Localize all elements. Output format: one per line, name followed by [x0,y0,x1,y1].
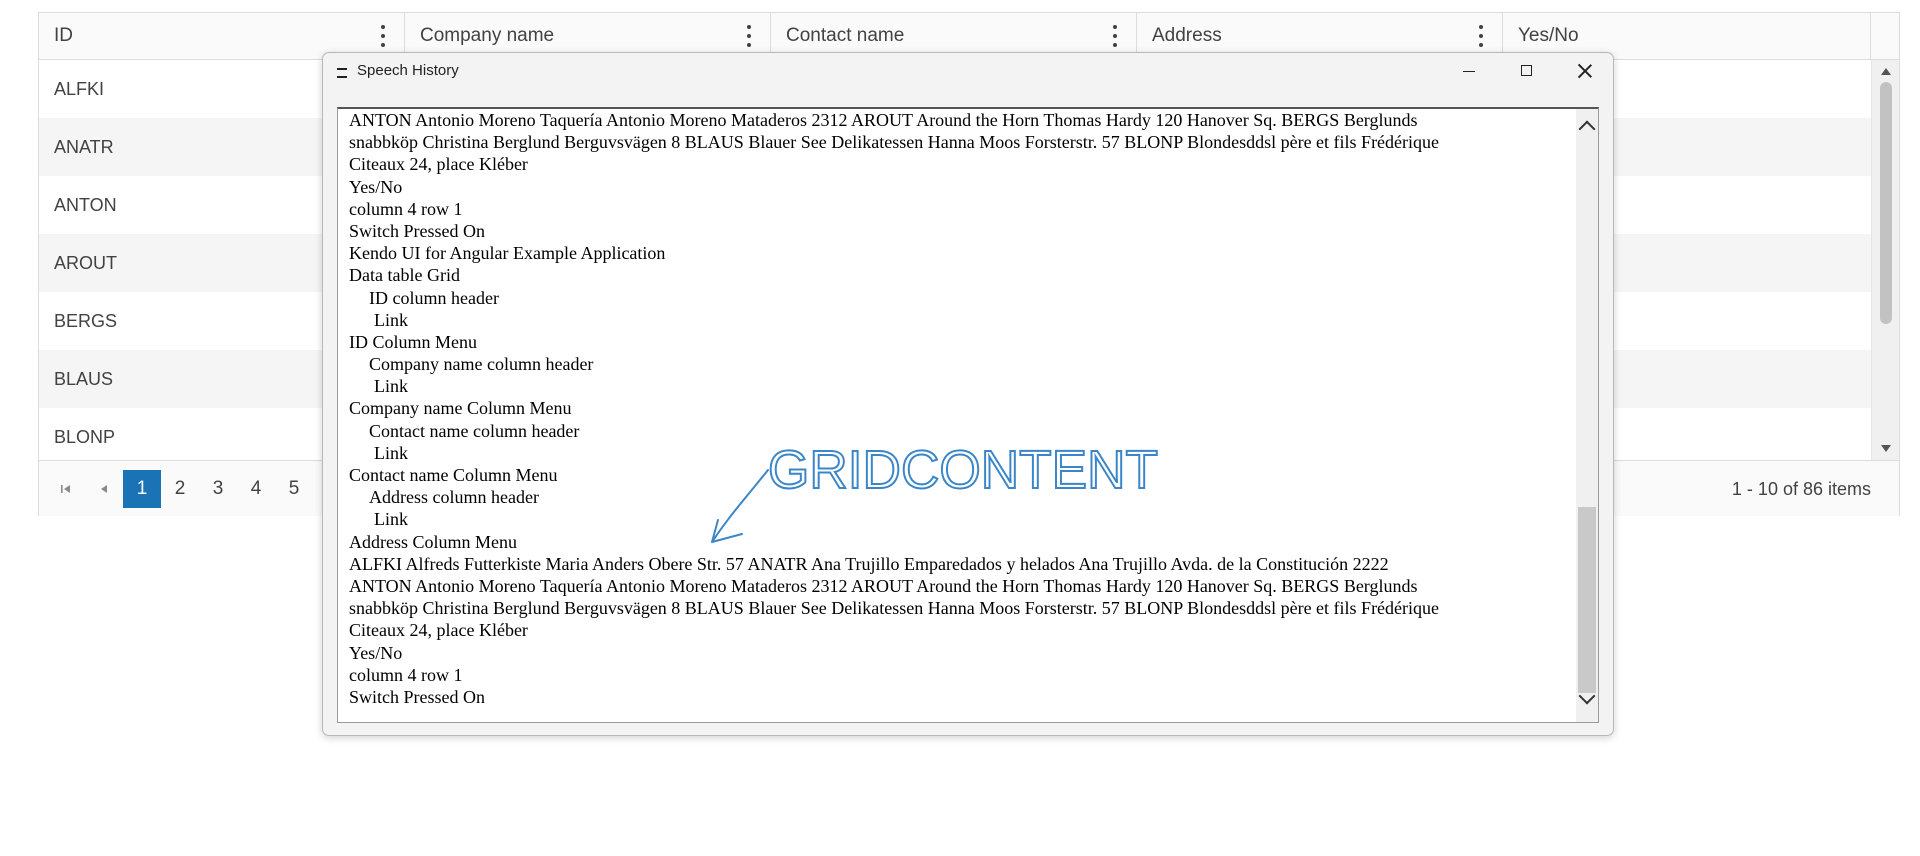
speech-line: Link [374,376,408,397]
column-header-label[interactable]: Contact name [786,25,904,47]
speech-line: Switch Pressed On [349,220,485,241]
speech-line: Link [374,309,408,330]
page-button-4[interactable]: 4 [237,470,275,508]
window-title: Speech History [357,62,459,79]
speech-line: ID Column Menu [349,331,477,352]
id-cell: AROUT [54,252,117,273]
speech-line: snabbköp Christina Berglund Berguvsvägen… [349,598,1440,619]
speech-line: Yes/No [349,642,403,663]
speech-line: Switch Pressed On [349,686,485,707]
maximize-icon [1521,65,1532,76]
previous-page-button[interactable] [85,470,123,508]
id-cell: ANATR [54,136,114,157]
speech-line: Address Column Menu [349,531,517,552]
speech-line: Contact name column header [369,420,580,441]
close-icon [1578,64,1592,78]
page-button-3[interactable]: 3 [199,470,237,508]
column-header-label[interactable]: Company name [420,25,554,47]
column-header-label[interactable]: Yes/No [1518,25,1579,47]
id-cell: ALFKI [54,78,105,99]
textarea-scrollbar[interactable] [1576,109,1598,722]
speech-line: Link [374,442,408,463]
header-scroll-spacer [1870,13,1899,60]
speech-history-window: Speech History ANTON Antonio Moreno Taqu… [322,52,1614,736]
page-button-1[interactable]: 1 [123,469,161,508]
speech-line: ANTON Antonio Moreno Taquería Antonio Mo… [349,110,1418,130]
scroll-up-chevron-icon[interactable] [1578,120,1596,138]
scroll-down-arrow-icon[interactable] [1881,445,1891,452]
speech-line: Link [374,509,408,530]
page-button-5[interactable]: 5 [275,470,313,508]
minimize-icon [1463,71,1475,72]
minimize-button[interactable] [1439,53,1497,89]
vertical-ellipsis-icon[interactable] [380,25,386,47]
id-cell: BERGS [54,310,118,331]
speech-line: Contact name Column Menu [349,465,558,485]
id-cell: BLONP [54,426,116,447]
grid-vertical-scrollbar[interactable] [1871,60,1899,460]
scrollbar-thumb[interactable] [1880,82,1892,324]
speech-line: ID column header [369,287,499,308]
pager-info: 1 - 10 of 86 items [1731,479,1871,499]
speech-line: Kendo UI for Angular Example Application [349,243,666,264]
id-cell: BLAUS [54,368,114,389]
speech-line: Company name column header [369,354,594,375]
column-header-label[interactable]: ID [54,25,73,47]
speech-line: Citeaux 24, place Kléber [349,154,528,175]
first-page-button[interactable] [47,470,85,508]
hamburger-icon[interactable] [337,68,347,78]
maximize-button[interactable] [1497,53,1555,89]
scroll-up-arrow-icon[interactable] [1881,68,1891,75]
previous-page-icon [101,484,107,493]
speech-line: Yes/No [349,176,403,197]
scrollbar-thumb[interactable] [1578,507,1596,693]
column-header-label[interactable]: Address [1152,25,1222,47]
speech-line: ALFKI Alfreds Futterkiste Maria Anders O… [349,553,1389,574]
speech-line: column 4 row 1 [349,664,463,685]
speech-line: ANTON Antonio Moreno Taquería Antonio Mo… [349,575,1418,596]
speech-line: Address column header [369,487,539,508]
vertical-ellipsis-icon[interactable] [1112,25,1118,47]
vertical-ellipsis-icon[interactable] [1478,25,1484,47]
window-titlebar[interactable]: Speech History [323,53,1613,91]
speech-line: snabbköp Christina Berglund Berguvsvägen… [349,132,1440,153]
speech-line: Company name Column Menu [349,398,572,419]
speech-line: column 4 row 1 [349,198,463,219]
speech-history-textarea[interactable]: ANTON Antonio Moreno Taquería Antonio Mo… [337,107,1599,723]
speech-history-text: ANTON Antonio Moreno Taquería Antonio Mo… [349,109,1564,708]
first-page-icon [61,484,70,493]
speech-line: Citeaux 24, place Kléber [349,620,528,641]
vertical-ellipsis-icon[interactable] [746,25,752,47]
speech-line: Data table Grid [349,265,460,286]
close-button[interactable] [1555,53,1613,89]
id-cell: ANTON [54,194,117,215]
page-button-2[interactable]: 2 [161,470,199,508]
